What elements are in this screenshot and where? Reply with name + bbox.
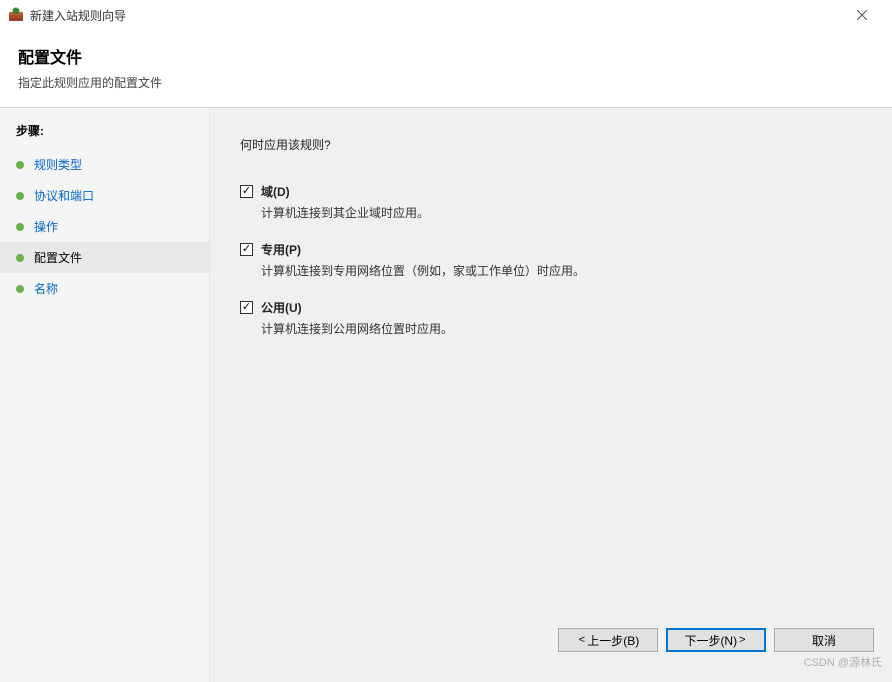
cancel-button-label: 取消 (812, 632, 836, 649)
step-label: 配置文件 (34, 249, 82, 266)
step-label: 名称 (34, 280, 58, 297)
content-question: 何时应用该规则? (240, 136, 862, 153)
option-domain-label: 域(D) (261, 183, 290, 200)
option-domain-desc: 计算机连接到其企业域时应用。 (261, 204, 862, 221)
bullet-icon (16, 161, 24, 169)
option-private-label: 专用(P) (261, 241, 301, 258)
cancel-button[interactable]: 取消 (774, 628, 874, 652)
step-name[interactable]: 名称 (0, 273, 209, 304)
steps-sidebar: 步骤: 规则类型 协议和端口 操作 配置文件 名称 (0, 108, 210, 682)
step-rule-type[interactable]: 规则类型 (0, 149, 209, 180)
step-label: 规则类型 (34, 156, 82, 173)
step-label: 协议和端口 (34, 187, 94, 204)
firewall-icon (8, 7, 24, 23)
wizard-footer: < 上一步(B) 下一步(N) > 取消 (558, 628, 874, 652)
bullet-icon (16, 223, 24, 231)
step-label: 操作 (34, 218, 58, 235)
step-protocol-ports[interactable]: 协议和端口 (0, 180, 209, 211)
next-button[interactable]: 下一步(N) > (666, 628, 766, 652)
checkbox-private[interactable] (240, 243, 253, 256)
option-public-label: 公用(U) (261, 299, 302, 316)
bullet-icon (16, 285, 24, 293)
option-domain: 域(D) 计算机连接到其企业域时应用。 (240, 183, 862, 221)
window-title: 新建入站规则向导 (30, 7, 839, 24)
chevron-left-icon: < (577, 634, 587, 646)
titlebar: 新建入站规则向导 (0, 0, 892, 30)
option-private: 专用(P) 计算机连接到专用网络位置（例如，家或工作单位）时应用。 (240, 241, 862, 279)
checkbox-public[interactable] (240, 301, 253, 314)
checkbox-domain[interactable] (240, 185, 253, 198)
bullet-icon (16, 254, 24, 262)
step-action[interactable]: 操作 (0, 211, 209, 242)
page-subtitle: 指定此规则应用的配置文件 (18, 74, 874, 91)
bullet-icon (16, 192, 24, 200)
wizard-header: 配置文件 指定此规则应用的配置文件 (0, 30, 892, 107)
option-public-desc: 计算机连接到公用网络位置时应用。 (261, 320, 862, 337)
close-icon (857, 10, 867, 20)
back-button[interactable]: < 上一步(B) (558, 628, 658, 652)
option-public: 公用(U) 计算机连接到公用网络位置时应用。 (240, 299, 862, 337)
option-private-desc: 计算机连接到专用网络位置（例如，家或工作单位）时应用。 (261, 262, 862, 279)
close-button[interactable] (839, 1, 884, 29)
step-profile: 配置文件 (0, 242, 209, 273)
steps-heading: 步骤: (0, 116, 209, 149)
page-title: 配置文件 (18, 44, 874, 68)
chevron-right-icon: > (737, 634, 747, 646)
next-button-label: 下一步(N) (684, 632, 737, 649)
back-button-label: 上一步(B) (587, 632, 639, 649)
wizard-content: 何时应用该规则? 域(D) 计算机连接到其企业域时应用。 专用(P) 计算机连接… (210, 108, 892, 682)
